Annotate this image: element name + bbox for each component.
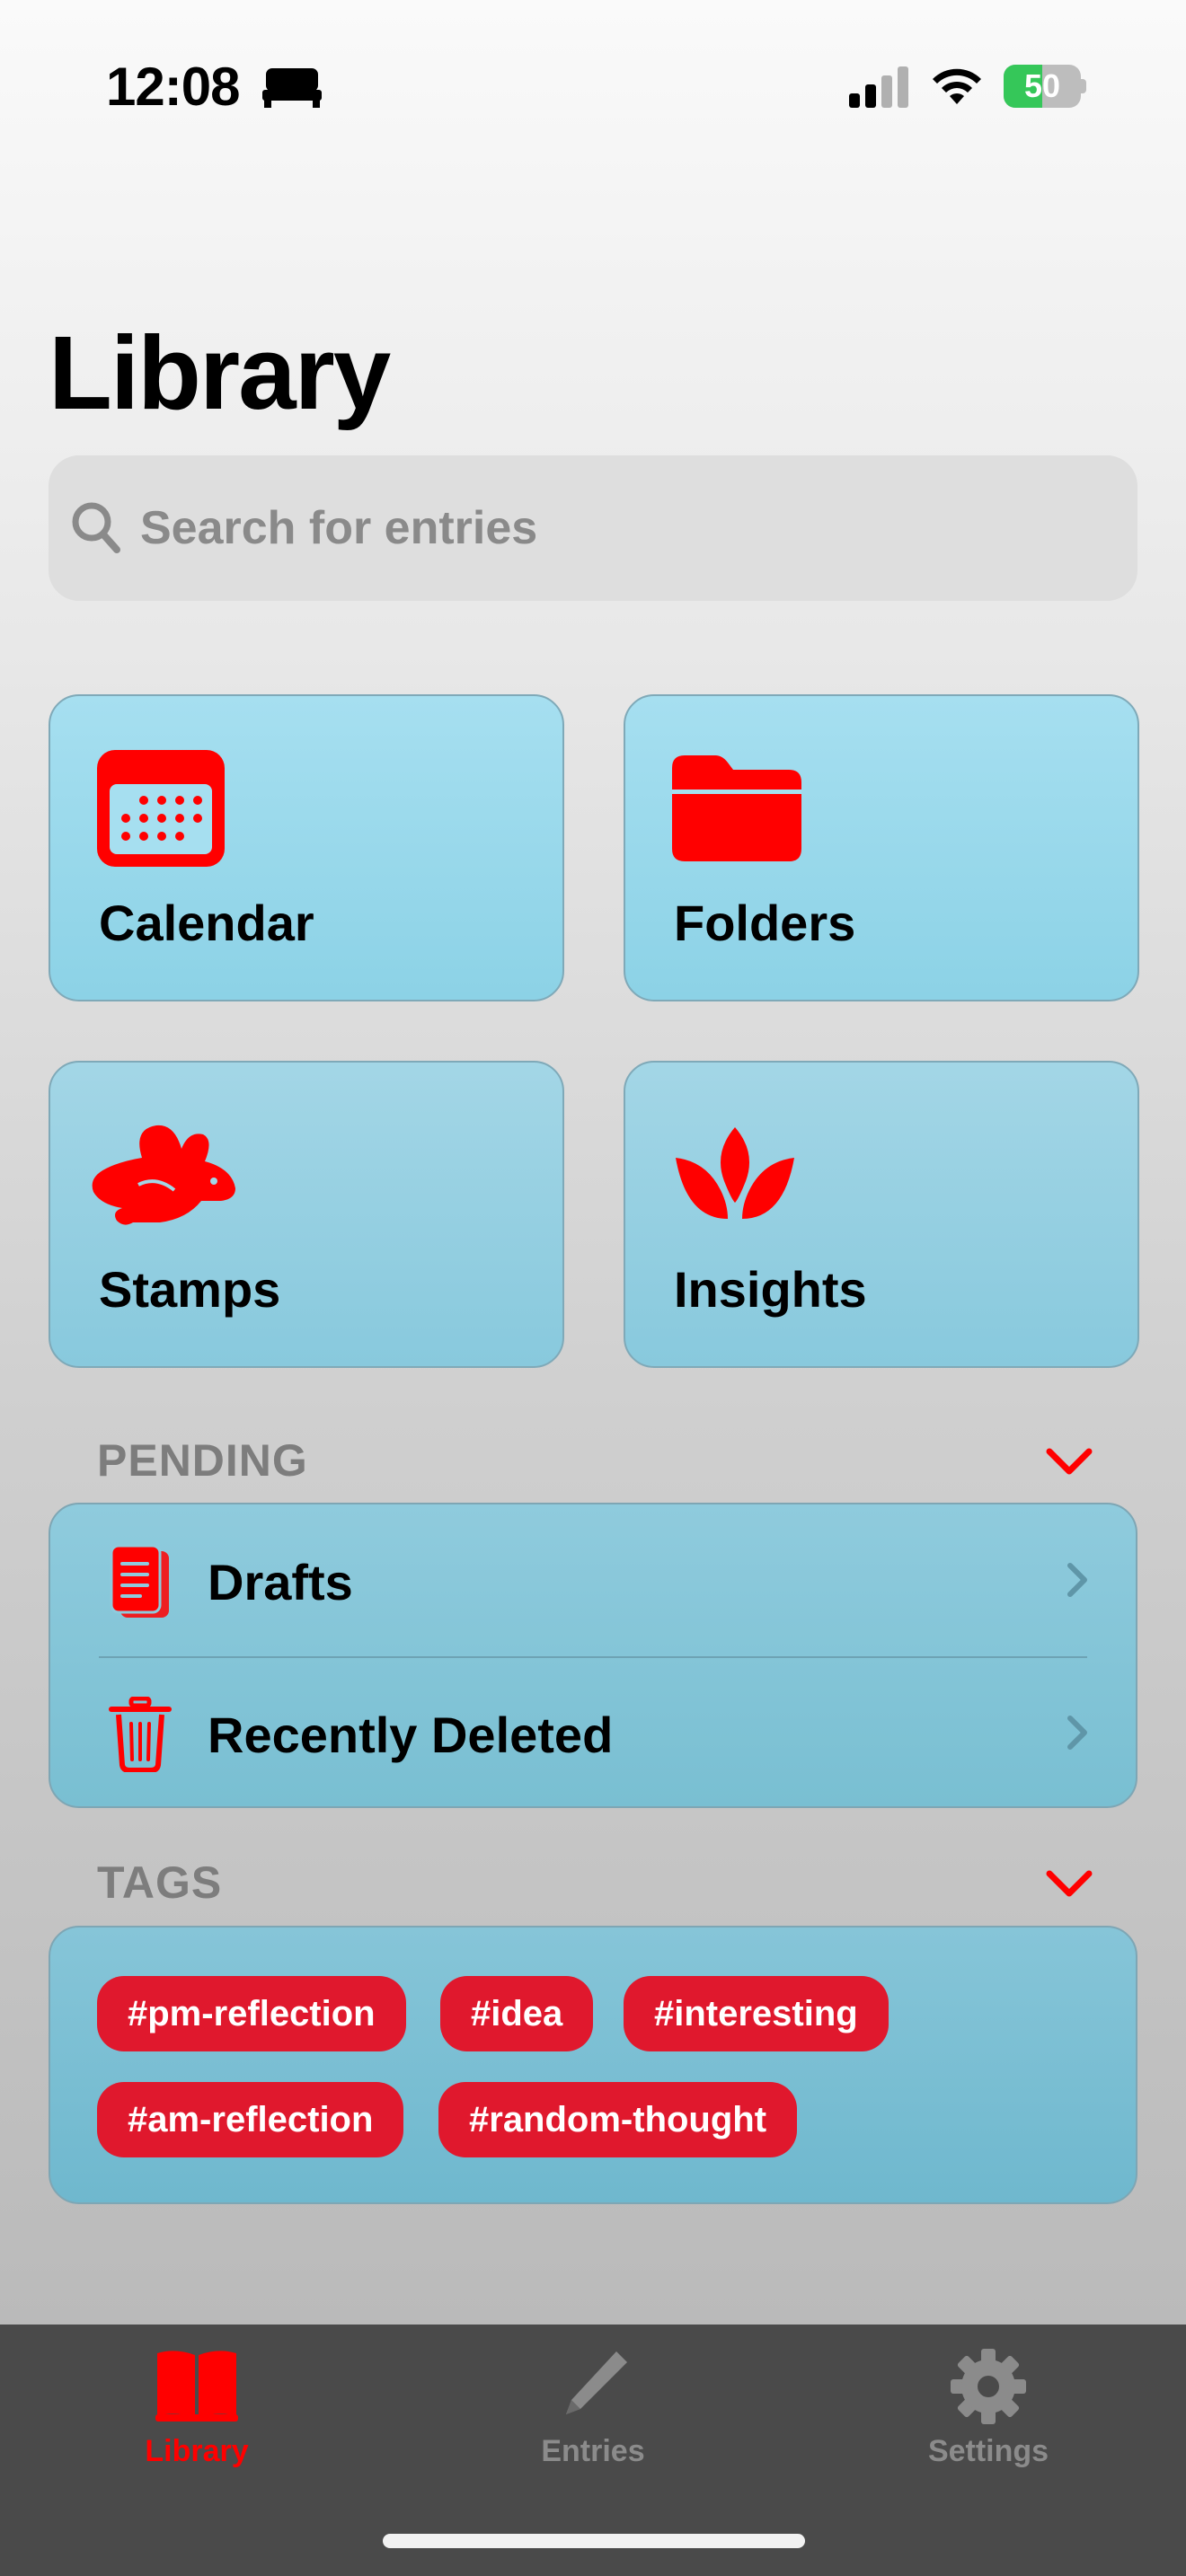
book-icon — [155, 2351, 238, 2422]
tags-panel: #pm-reflection #idea #interesting #am-re… — [49, 1926, 1137, 2204]
pending-list: Drafts Recently Deleted — [49, 1503, 1137, 1808]
tab-label: Library — [145, 2434, 249, 2468]
folder-icon — [672, 755, 801, 861]
pencil-icon — [566, 2351, 627, 2414]
tab-settings[interactable]: Settings — [854, 2325, 1123, 2504]
tab-label: Settings — [927, 2434, 1049, 2468]
stamps-card[interactable]: Stamps — [49, 1061, 564, 1368]
search-icon — [72, 502, 120, 553]
status-time: 12:08 — [106, 57, 240, 117]
rabbit-icon — [92, 1125, 235, 1225]
tag-chip[interactable]: #pm-reflection — [97, 1976, 406, 2051]
search-input[interactable] — [140, 455, 1111, 601]
calendar-icon — [97, 750, 225, 867]
gear-icon — [951, 2349, 1026, 2424]
calendar-card[interactable]: Calendar — [49, 694, 564, 1001]
tag-chip[interactable]: #am-reflection — [97, 2082, 404, 2157]
signal-icon — [849, 66, 908, 108]
pending-collapse-chevron-icon[interactable] — [1042, 1444, 1096, 1480]
pending-header: PENDING — [97, 1435, 308, 1486]
battery-icon: 50 — [1004, 65, 1086, 108]
tags-collapse-chevron-icon[interactable] — [1042, 1866, 1096, 1902]
chevron-right-icon — [1067, 1716, 1087, 1750]
tab-label: Entries — [541, 2434, 645, 2468]
tag-chip[interactable]: #interesting — [624, 1976, 889, 2051]
tag-chip[interactable]: #random-thought — [438, 2082, 798, 2157]
chevron-right-icon — [1067, 1563, 1087, 1597]
page-title: Library — [49, 314, 391, 431]
recently-deleted-label: Recently Deleted — [208, 1707, 614, 1763]
wifi-icon — [933, 68, 981, 104]
calendar-label: Calendar — [99, 895, 314, 951]
document-icon — [110, 1544, 169, 1618]
folders-card[interactable]: Folders — [624, 694, 1139, 1001]
battery-level: 50 — [1023, 67, 1061, 104]
recently-deleted-row[interactable]: Recently Deleted — [50, 1657, 1136, 1810]
stamps-label: Stamps — [99, 1261, 281, 1318]
search-bar[interactable] — [49, 455, 1137, 601]
folders-label: Folders — [674, 895, 856, 951]
drafts-label: Drafts — [208, 1554, 353, 1610]
tag-chip[interactable]: #idea — [440, 1976, 594, 2051]
trash-icon — [109, 1697, 172, 1772]
drafts-row[interactable]: Drafts — [50, 1504, 1136, 1658]
insights-card[interactable]: Insights — [624, 1061, 1139, 1368]
status-bar: 12:08 50 — [0, 0, 1186, 180]
bed-icon — [262, 68, 322, 108]
home-indicator[interactable] — [383, 2534, 805, 2548]
insights-label: Insights — [674, 1261, 867, 1318]
lotus-icon — [676, 1127, 794, 1219]
tab-entries[interactable]: Entries — [458, 2325, 728, 2504]
tab-library[interactable]: Library — [62, 2325, 332, 2504]
tags-header: TAGS — [97, 1857, 223, 1908]
